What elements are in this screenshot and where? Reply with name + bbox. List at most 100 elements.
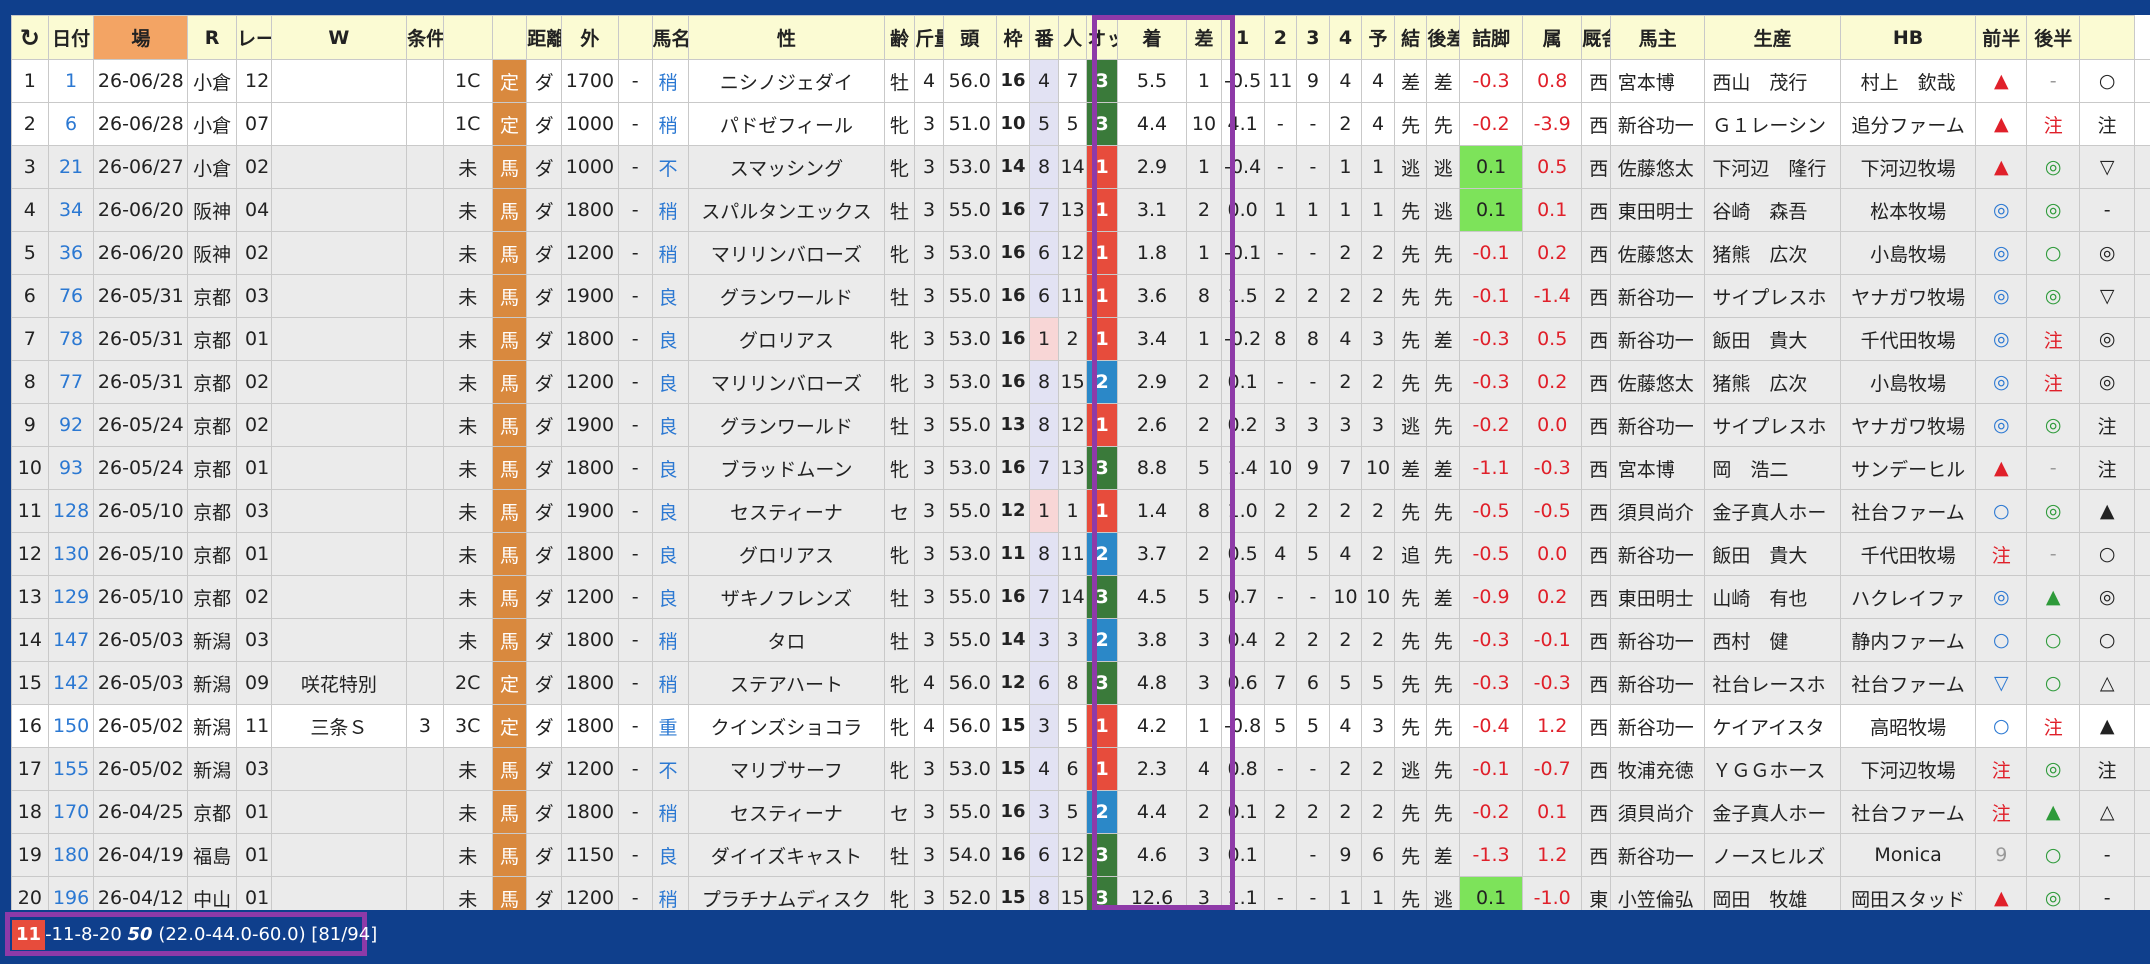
col-header-number[interactable]: 人 [1057, 15, 1088, 60]
col-header-last-leg[interactable]: 属 [1522, 15, 1583, 60]
col-header-outer[interactable] [617, 15, 653, 60]
cell-date[interactable]: 130 [47, 532, 95, 576]
refresh-icon[interactable]: ↻ [20, 24, 40, 52]
table-row[interactable]: 5 36 26-06/20 阪神 02 未馬ダ 1200- 稍マリリンバローズ牝 3 53.0 16… [11, 231, 2150, 275]
table-row[interactable]: 2 6 26-06/28 小倉 07 1C 定ダ 1000- 稍パドゼフィール牝 3 51.0 10 5… [11, 102, 2150, 146]
col-header-c4[interactable]: 予 [1361, 15, 1395, 60]
cell-horse-name[interactable]: 良 [651, 274, 690, 318]
table-row[interactable]: 20 196 26-04/12 中山 01 未馬ダ 1200- 稍プラチナムディスク牝 3 52.… [11, 876, 2150, 910]
col-header-stable[interactable]: 馬主 [1609, 15, 1706, 60]
col-header-first-half[interactable]: 後半 [2026, 15, 2081, 60]
cell-horse-name[interactable]: 不 [651, 747, 690, 791]
col-header-second-half[interactable] [2079, 15, 2136, 60]
cell-date[interactable]: 78 [47, 317, 95, 361]
cell-horse-name[interactable]: 稍 [651, 876, 690, 910]
col-header-finish[interactable]: 差 [1186, 15, 1222, 60]
col-header-odds[interactable]: 着 [1116, 15, 1188, 60]
col-header-c2[interactable]: 3 [1296, 15, 1330, 60]
col-header-result[interactable]: 後差 [1426, 15, 1460, 60]
cell-horse-name[interactable]: 良 [651, 575, 690, 619]
table-row[interactable]: 14 147 26-05/03 新潟 03 未馬ダ 1800- 稍タロ牡 3 55.0 14 3 3 2 3… [11, 618, 2150, 662]
cell-horse-name[interactable]: 稍 [651, 661, 690, 705]
col-header-refresh[interactable]: ↻ [11, 15, 49, 60]
cell-horse-name[interactable]: 良 [651, 317, 690, 361]
cell-date[interactable]: 93 [47, 446, 95, 490]
col-header-pred[interactable]: 結 [1393, 15, 1428, 60]
cell-horse-name[interactable]: 良 [651, 446, 690, 490]
cell-horse-name[interactable]: 稍 [651, 102, 690, 146]
table-row[interactable]: 10 93 26-05/24 京都 01 未馬ダ 1800- 良ブラッドムーン牝 3 53.0 16… [11, 446, 2150, 490]
col-header-horse-name[interactable]: 性 [688, 15, 885, 60]
col-header-age[interactable]: 斤量 [914, 15, 944, 60]
cell-horse-name[interactable]: 重 [651, 704, 690, 748]
col-header-date[interactable]: 場 [93, 15, 189, 60]
cell-horse-name[interactable]: 良 [651, 360, 690, 404]
cell-date[interactable]: 34 [47, 188, 95, 232]
cell-date[interactable]: 6 [47, 102, 95, 146]
table-row[interactable]: 12 130 26-05/10 京都 01 未馬ダ 1800- 良グロリアス牝 3 53.0 11 8… [11, 532, 2150, 576]
cell-date[interactable]: 77 [47, 360, 95, 404]
cell-horse-name[interactable]: 稍 [651, 231, 690, 275]
col-header-venue[interactable]: R [187, 15, 238, 60]
col-header-surface[interactable]: 距離 [526, 15, 562, 60]
cell-date[interactable]: 196 [47, 876, 95, 910]
table-row[interactable]: 1 1 26-06/28 小倉 12 1C 定ダ 1700- 稍ニシノジェダイ牡 4 56.0 16 4… [11, 59, 2150, 103]
col-header-diff[interactable]: 1 [1220, 15, 1265, 60]
col-header-region[interactable]: 厩舎 [1581, 15, 1611, 60]
table-row[interactable]: 8 77 26-05/31 京都 02 未馬ダ 1200- 良マリリンバローズ牝 3 53.0 16… [11, 360, 2150, 404]
col-header-no[interactable]: 日付 [47, 15, 95, 60]
cell-horse-name[interactable]: 稍 [651, 618, 690, 662]
table-row[interactable]: 15 142 26-05/03 新潟 09 咲花特別 2C 定ダ 1800- 稍ステアハート牝 4 5… [11, 661, 2150, 705]
cell-horse-name[interactable]: 良 [651, 532, 690, 576]
col-header-breeder[interactable]: HB [1839, 15, 1977, 60]
cell-date[interactable]: 142 [47, 661, 95, 705]
cell-horse-name[interactable]: 稍 [651, 790, 690, 834]
col-header-field-size[interactable]: 枠 [995, 15, 1031, 60]
col-header-class[interactable] [491, 15, 528, 60]
col-header-frame[interactable]: 番 [1029, 15, 1059, 60]
cell-date[interactable]: 150 [47, 704, 95, 748]
col-header-race-name[interactable]: W [270, 15, 408, 60]
col-header-race-no[interactable]: レース名 [236, 15, 272, 60]
table-row[interactable]: 16 150 26-05/02 新潟 11 三条Ｓ 3 3C 定ダ 1800- 重クインズショコラ牝… [11, 704, 2150, 748]
table-row[interactable]: 9 92 26-05/24 京都 02 未馬ダ 1900- 良グランワールド牡 3 55.0 13 8… [11, 403, 2150, 447]
cell-horse-name[interactable]: 良 [651, 403, 690, 447]
col-header-hb[interactable]: 前半 [1975, 15, 2028, 60]
cell-date[interactable]: 129 [47, 575, 95, 619]
table-row[interactable]: 4 34 26-06/20 阪神 04 未馬ダ 1800- 稍スパルタンエックス牡 3 55.0 1… [11, 188, 2150, 232]
cell-horse-name[interactable]: 稍 [651, 188, 690, 232]
table-row[interactable]: 7 78 26-05/31 京都 01 未馬ダ 1800- 良グロリアス牝 3 53.0 16 1 2 1… [11, 317, 2150, 361]
cell-date[interactable]: 1 [47, 59, 95, 103]
table-row[interactable]: 19 180 26-04/19 福島 01 未馬ダ 1150- 良ダイイズキャスト牡 3 54.0… [11, 833, 2150, 877]
cell-horse-name[interactable]: 不 [651, 145, 690, 189]
col-header-owner[interactable]: 生産 [1704, 15, 1841, 60]
cell-date[interactable]: 170 [47, 790, 95, 834]
cell-date[interactable]: 180 [47, 833, 95, 877]
col-header-w[interactable]: 条件 [406, 15, 444, 60]
col-header-distance[interactable]: 外 [560, 15, 619, 60]
cell-horse-name[interactable]: 良 [651, 833, 690, 877]
col-header-sex[interactable]: 齢 [883, 15, 916, 60]
col-header-c1[interactable]: 2 [1263, 15, 1298, 60]
col-header-late-diff[interactable]: 詰脚 [1458, 15, 1524, 60]
cell-date[interactable]: 128 [47, 489, 95, 533]
col-header-popularity[interactable]: オッズ [1086, 15, 1118, 60]
cell-horse-name[interactable]: 良 [651, 489, 690, 533]
cell-date[interactable]: 147 [47, 618, 95, 662]
col-header-going[interactable]: 馬名 [651, 15, 690, 60]
cell-horse-name[interactable]: 稍 [651, 59, 690, 103]
table-row[interactable]: 6 76 26-05/31 京都 03 未馬ダ 1900- 良グランワールド牡 3 55.0 16 6… [11, 274, 2150, 318]
col-header-condition[interactable] [442, 15, 493, 60]
table-row[interactable]: 11 128 26-05/10 京都 03 未馬ダ 1900- 良セスティーナセ 3 55.0 12… [11, 489, 2150, 533]
table-row[interactable]: 13 129 26-05/10 京都 02 未馬ダ 1200- 良ザキノフレンズ牡 3 55.0 1… [11, 575, 2150, 619]
col-header-c3[interactable]: 4 [1328, 15, 1363, 60]
cell-date[interactable]: 36 [47, 231, 95, 275]
cell-date[interactable]: 92 [47, 403, 95, 447]
cell-date[interactable]: 76 [47, 274, 95, 318]
cell-date[interactable]: 21 [47, 145, 95, 189]
cell-date[interactable]: 155 [47, 747, 95, 791]
table-row[interactable]: 18 170 26-04/25 京都 01 未馬ダ 1800- 稍セスティーナセ 3 55.0 16… [11, 790, 2150, 834]
col-header-weight[interactable]: 頭 [942, 15, 997, 60]
table-row[interactable]: 3 21 26-06/27 小倉 02 未馬ダ 1000- 不スマッシング牝 3 53.0 14 8 1… [11, 145, 2150, 189]
table-row[interactable]: 17 155 26-05/02 新潟 03 未馬ダ 1200- 不マリブサーフ牝 3 53.0 15… [11, 747, 2150, 791]
